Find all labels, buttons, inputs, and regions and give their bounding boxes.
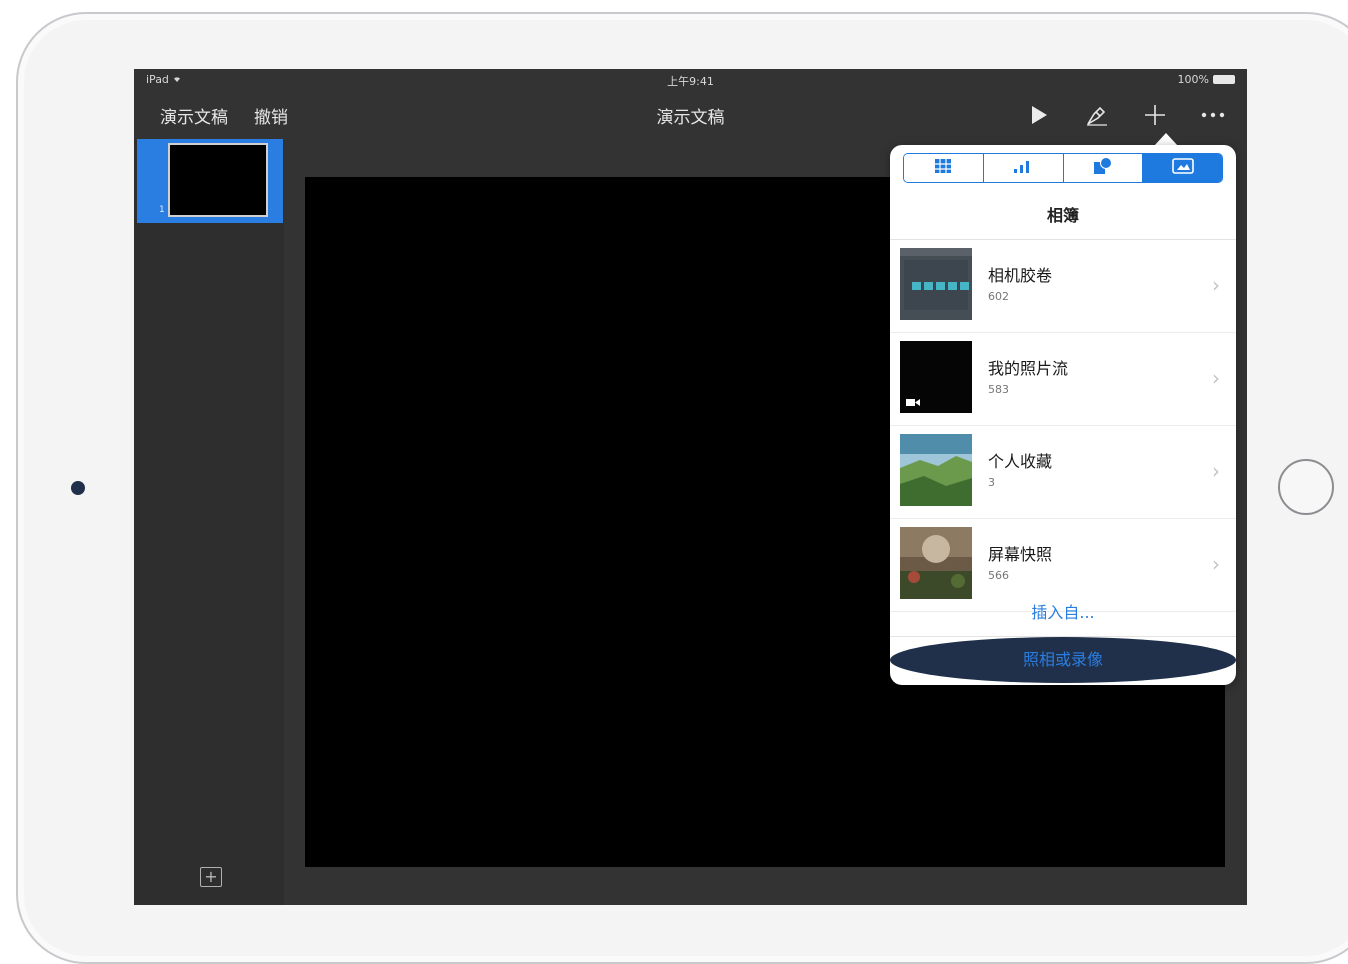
tab-table[interactable] xyxy=(904,154,984,182)
album-camera-roll[interactable]: 相机胶卷 602 › xyxy=(890,240,1236,333)
album-title: 个人收藏 xyxy=(988,452,1053,471)
album-count: 583 xyxy=(988,383,1009,396)
tab-chart[interactable] xyxy=(983,154,1064,182)
front-camera xyxy=(71,481,85,495)
home-button[interactable] xyxy=(1278,459,1334,515)
slide-number: 1 xyxy=(159,205,165,215)
album-count: 566 xyxy=(988,569,1009,582)
album-favorites[interactable]: 个人收藏 3 › xyxy=(890,426,1236,519)
album-list: 相机胶卷 602 › 我的照片流 583 › 个人收藏 3 › 屏幕快照 566… xyxy=(890,240,1236,612)
media-icon xyxy=(1171,157,1194,179)
album-thumbnail xyxy=(900,248,972,320)
insert-from-button[interactable]: 插入自... xyxy=(890,590,1236,637)
media-popover: 相簿 相机胶卷 602 › 我的照片流 583 › 个人收藏 3 › 屏幕快照 … xyxy=(890,145,1236,685)
take-photo-or-video-button[interactable]: 照相或录像 xyxy=(890,637,1236,683)
album-thumbnail xyxy=(900,434,972,506)
nav-bar: 演示文稿 撤销 演示文稿 xyxy=(134,91,1247,139)
album-thumbnail xyxy=(900,527,972,599)
battery-percent: 100% xyxy=(1177,73,1209,86)
album-title: 我的照片流 xyxy=(988,359,1069,378)
albums-header: 相簿 xyxy=(890,193,1236,240)
format-brush-icon[interactable] xyxy=(1081,99,1113,131)
slide-navigator: 1 + xyxy=(134,139,284,905)
insert-type-tabs xyxy=(903,153,1223,183)
table-icon xyxy=(934,158,952,178)
album-title: 屏幕快照 xyxy=(988,545,1053,564)
shapes-icon xyxy=(1093,157,1113,179)
status-bar: iPad 上午9:41 100% xyxy=(134,69,1247,91)
tab-media[interactable] xyxy=(1143,154,1222,182)
status-time: 上午9:41 xyxy=(667,75,714,88)
album-my-photo-stream[interactable]: 我的照片流 583 › xyxy=(890,333,1236,426)
more-icon[interactable] xyxy=(1197,99,1229,131)
chevron-right-icon: › xyxy=(1212,552,1220,576)
album-count: 602 xyxy=(988,290,1009,303)
plus-icon[interactable] xyxy=(1139,99,1171,131)
album-thumbnail xyxy=(900,341,972,413)
battery-icon xyxy=(1213,75,1235,84)
add-slide-button[interactable]: + xyxy=(200,867,222,887)
album-count: 3 xyxy=(988,476,995,489)
chart-icon xyxy=(1012,158,1034,178)
chevron-right-icon: › xyxy=(1212,273,1220,297)
play-icon[interactable] xyxy=(1023,99,1055,131)
album-title: 相机胶卷 xyxy=(988,266,1053,285)
tab-shapes[interactable] xyxy=(1063,154,1144,182)
chevron-right-icon: › xyxy=(1212,366,1220,390)
slide-thumbnail-selected[interactable]: 1 xyxy=(137,139,283,223)
chevron-right-icon: › xyxy=(1212,459,1220,483)
slide-thumbnail[interactable] xyxy=(168,143,268,217)
